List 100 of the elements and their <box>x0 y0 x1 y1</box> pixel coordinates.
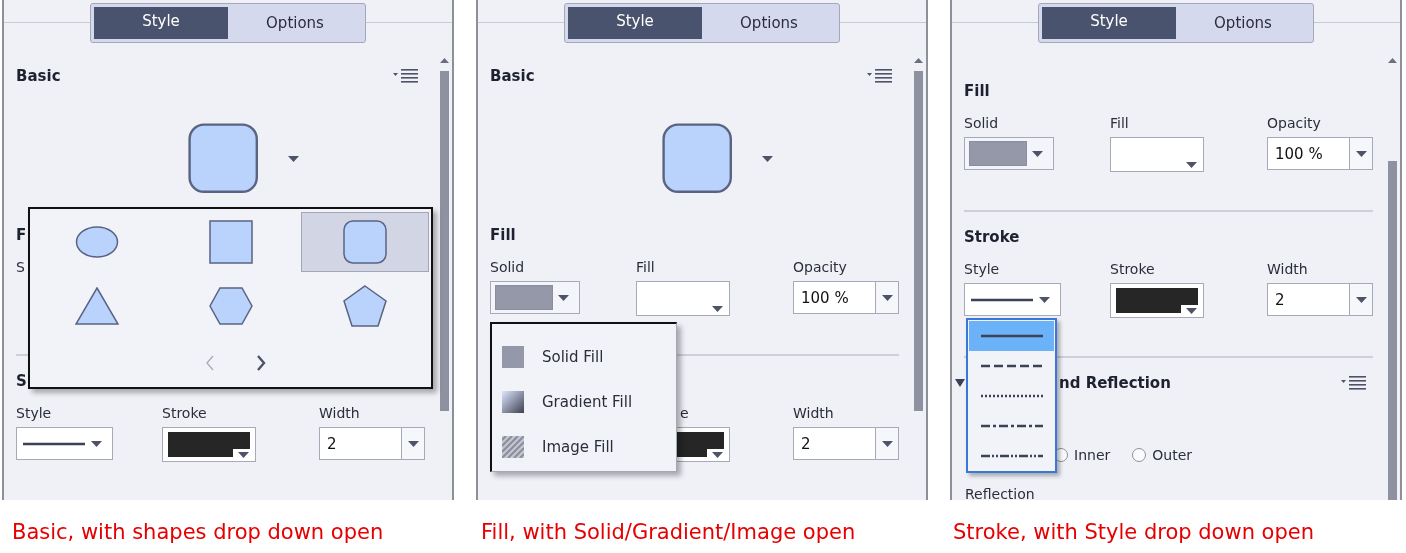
combo-value[interactable]: 100 % <box>794 288 875 307</box>
hexagon-icon <box>209 287 253 325</box>
field-label: Stroke <box>1110 260 1155 278</box>
combo-value[interactable]: 2 <box>1268 290 1349 309</box>
color-picker[interactable] <box>162 427 256 463</box>
field-label: Width <box>1267 260 1308 278</box>
field-label: Width <box>793 404 834 423</box>
caret-icon <box>558 294 569 301</box>
line-style-icon <box>980 363 1043 369</box>
section-heading: F <box>16 226 27 245</box>
field-label: Solid <box>490 258 525 277</box>
scroll-up-icon <box>440 58 449 63</box>
line-style-icon <box>980 423 1043 429</box>
combo-box[interactable]: 2 <box>319 427 425 461</box>
rounded-square-icon <box>662 123 733 194</box>
rounded-square-icon <box>343 220 387 264</box>
tab[interactable]: Style <box>1042 7 1176 39</box>
gradient-swatch-icon <box>502 390 524 413</box>
radio-label: Inner <box>1074 447 1111 463</box>
section-heading: Fill <box>964 82 990 100</box>
tab[interactable]: Options <box>702 7 836 39</box>
caption: Basic, with shapes drop down open <box>12 520 385 544</box>
square-icon <box>209 220 253 264</box>
field-label: e <box>679 404 689 423</box>
tab[interactable]: Options <box>1176 7 1310 39</box>
menu-item[interactable]: Image Fill <box>500 424 668 469</box>
ellipse-icon <box>75 226 119 258</box>
menu-item[interactable]: Solid Fill <box>500 334 668 379</box>
caret-icon <box>762 156 774 163</box>
caret-icon <box>881 440 893 447</box>
dropdown-button[interactable] <box>401 428 424 460</box>
color-dropdown[interactable] <box>490 281 580 315</box>
radio-label: Outer <box>1152 447 1192 463</box>
swatch-icon <box>502 345 524 368</box>
color-picker[interactable] <box>1110 283 1204 318</box>
caret-icon <box>881 294 893 301</box>
line-style-icon <box>980 393 1043 399</box>
dropdown-button[interactable] <box>1349 284 1372 315</box>
caret-icon <box>1039 296 1050 303</box>
combo-value[interactable]: 2 <box>320 434 401 453</box>
line-style-option[interactable] <box>969 321 1054 351</box>
scroll-up-icon <box>914 58 923 63</box>
line-style-icon <box>971 296 1033 303</box>
caret-icon <box>407 440 419 447</box>
field-label: Width <box>319 404 360 423</box>
shape-option[interactable] <box>301 212 429 272</box>
color-dropdown[interactable] <box>964 137 1054 170</box>
field-label: Style <box>964 260 1000 278</box>
tab[interactable]: Style <box>568 7 702 39</box>
combo-box[interactable]: 2 <box>793 427 899 461</box>
section-heading: nd Reflection <box>1059 374 1171 392</box>
combo-box[interactable]: 100 % <box>1267 137 1373 170</box>
caret-icon <box>1186 161 1197 168</box>
shape-button[interactable] <box>188 123 259 194</box>
caret-icon <box>712 451 723 458</box>
section-heading: Fill <box>490 226 516 245</box>
field-label: Opacity <box>1267 114 1321 132</box>
line-style-dropdown[interactable] <box>964 283 1061 316</box>
tab[interactable]: Style <box>94 7 228 39</box>
caret-icon <box>238 451 249 458</box>
combo-box[interactable]: 100 % <box>793 281 899 315</box>
section-heading: Basic <box>490 67 535 85</box>
section-heading: S <box>16 372 27 391</box>
line-style-icon <box>23 440 85 447</box>
scrollbar-thumb[interactable] <box>440 71 449 411</box>
section-heading: Stroke <box>964 228 1020 246</box>
combo-value[interactable]: 100 % <box>1268 144 1349 163</box>
field-label: Stroke <box>162 404 207 423</box>
menu-item[interactable]: Gradient Fill <box>500 379 668 424</box>
field-label: Fill <box>1110 114 1129 132</box>
caret-icon <box>288 156 300 163</box>
rounded-square-icon <box>188 123 259 194</box>
color-picker[interactable] <box>1110 137 1204 172</box>
dropdown-button[interactable] <box>875 428 898 460</box>
scrollbar-thumb[interactable] <box>1388 161 1397 500</box>
next-button[interactable] <box>256 355 266 371</box>
field-label: Opacity <box>793 258 847 277</box>
line-style-dropdown[interactable] <box>16 427 113 461</box>
line-style-icon <box>980 333 1043 339</box>
combo-box[interactable]: 2 <box>1267 283 1373 316</box>
tab[interactable]: Options <box>228 7 362 39</box>
caption: Stroke, with Style drop down open <box>953 520 1315 544</box>
caret-icon <box>1032 150 1043 157</box>
caret-icon <box>1186 307 1197 314</box>
dropdown-button[interactable] <box>1349 138 1372 169</box>
dropdown-button[interactable] <box>875 282 898 314</box>
radio-button[interactable] <box>1132 448 1147 462</box>
triangle-icon <box>75 287 119 325</box>
combo-value[interactable]: 2 <box>794 434 875 453</box>
caret-icon <box>1355 150 1367 157</box>
scrollbar-thumb[interactable] <box>914 71 923 411</box>
scroll-up-icon <box>1388 58 1397 63</box>
pentagon-icon <box>343 285 387 327</box>
caret-icon <box>91 440 102 447</box>
shape-button[interactable] <box>662 123 733 194</box>
caret-icon <box>1355 296 1367 303</box>
section-heading: Basic <box>16 67 61 85</box>
field-label: Reflection <box>965 485 1036 500</box>
color-picker[interactable] <box>636 281 730 317</box>
caret-icon <box>712 305 723 312</box>
